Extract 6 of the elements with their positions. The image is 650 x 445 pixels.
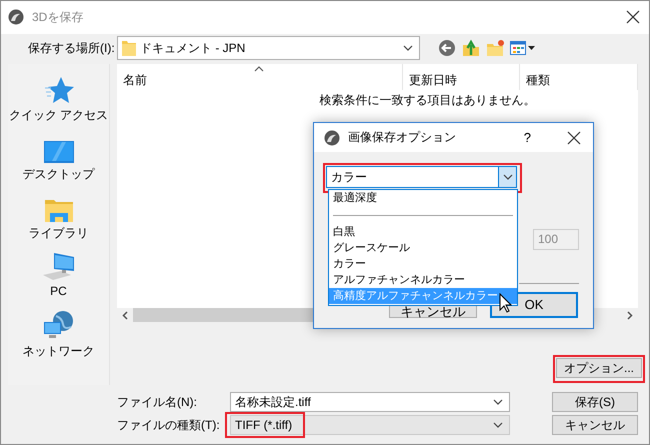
file-type-label: ファイルの種類(T): — [117, 416, 221, 434]
dialog-title: 画像保存オプション — [348, 129, 457, 146]
location-label: 保存する場所(I): — [27, 40, 116, 56]
window-title: 3Dを保存 — [32, 8, 84, 26]
file-name-label: ファイル名(N): — [117, 394, 198, 410]
empty-message: 検索条件に一致する項目はありません。 — [318, 92, 536, 109]
